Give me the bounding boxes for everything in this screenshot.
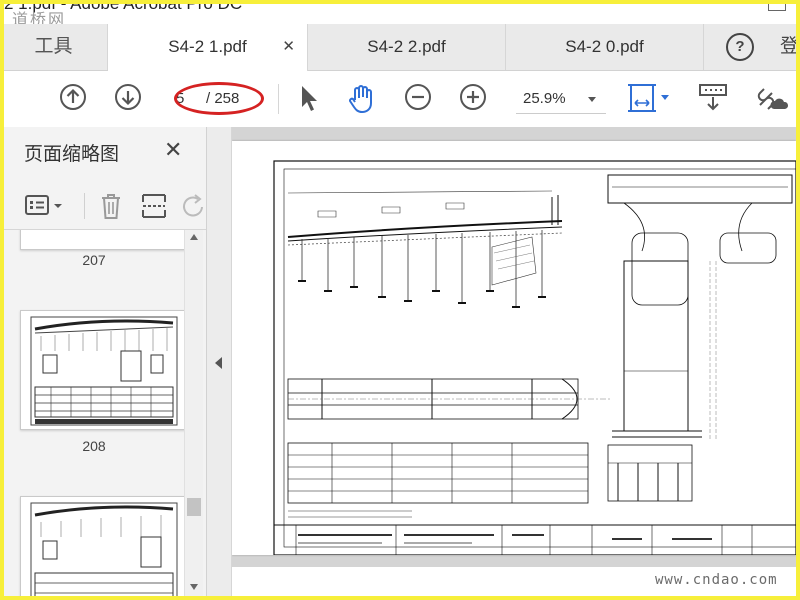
insert-page-icon[interactable]: [140, 191, 168, 221]
sign-in-label[interactable]: 登: [780, 24, 800, 70]
scrollbar-thumb[interactable]: [187, 498, 201, 516]
thumbnail-toolbar: [4, 183, 206, 230]
zoom-in-icon[interactable]: [459, 83, 487, 111]
zoom-out-icon[interactable]: [404, 83, 432, 111]
toolbar-divider: [278, 84, 279, 114]
toolbar-divider: [84, 193, 85, 219]
tab-document-1[interactable]: S4-2 1.pdf ✕: [108, 24, 308, 71]
rotate-icon[interactable]: [180, 193, 206, 219]
panel-collapse-handle[interactable]: [207, 127, 232, 596]
red-highlight-ellipse: [174, 82, 264, 115]
thumbnail-page-209[interactable]: [20, 496, 184, 596]
prev-page-icon[interactable]: [59, 83, 87, 111]
help-icon[interactable]: ?: [726, 33, 754, 61]
tab-document-3[interactable]: S4-2 0.pdf: [506, 24, 704, 70]
chevron-down-icon: [588, 97, 596, 102]
link-cloud-icon[interactable]: [754, 83, 790, 113]
fit-width-icon[interactable]: [626, 81, 672, 115]
tab-tools[interactable]: 工具: [0, 24, 108, 70]
engineering-drawing: [273, 160, 796, 556]
toolbar: 5 / 258 25.9%: [0, 71, 800, 128]
thumbnail-list[interactable]: 207 208: [4, 230, 184, 596]
thumbnail-label: 208: [82, 438, 106, 454]
close-icon[interactable]: ✕: [164, 137, 182, 163]
chevron-left-icon: [215, 357, 222, 369]
tab-label: S4-2 1.pdf: [168, 37, 247, 56]
select-arrow-icon[interactable]: [298, 83, 320, 113]
window-minimize-button[interactable]: [768, 0, 786, 11]
thumbnail-scrollbar[interactable]: [184, 230, 203, 596]
zoom-select[interactable]: 25.9%: [516, 85, 606, 114]
thumbnail-page-208[interactable]: [20, 310, 184, 430]
thumbnails-panel: 页面缩略图 ✕ 207 208: [4, 127, 207, 596]
pdf-page: [232, 141, 796, 556]
trash-icon[interactable]: [98, 191, 124, 221]
tab-document-2[interactable]: S4-2 2.pdf: [308, 24, 506, 70]
keyboard-icon[interactable]: [698, 83, 728, 113]
hand-tool-icon[interactable]: [346, 83, 378, 115]
tab-bar: 工具 S4-2 1.pdf ✕ S4-2 2.pdf S4-2 0.pdf ? …: [0, 24, 800, 71]
scroll-down-icon[interactable]: [190, 584, 198, 590]
panel-title: 页面缩略图: [24, 144, 120, 165]
next-page-icon[interactable]: [114, 83, 142, 111]
document-view[interactable]: [232, 127, 796, 596]
thumbnail-page-207[interactable]: [20, 230, 184, 250]
scroll-up-icon[interactable]: [190, 234, 198, 240]
zoom-value: 25.9%: [523, 90, 566, 107]
close-icon[interactable]: ✕: [282, 24, 295, 70]
title-bar: 2 1.pdf - Adobe Acrobat Pro DC: [0, 0, 800, 20]
thumbnail-options-icon[interactable]: [24, 193, 68, 219]
thumbnail-label: 207: [82, 252, 106, 268]
watermark-site: www.cndao.com: [655, 572, 778, 588]
